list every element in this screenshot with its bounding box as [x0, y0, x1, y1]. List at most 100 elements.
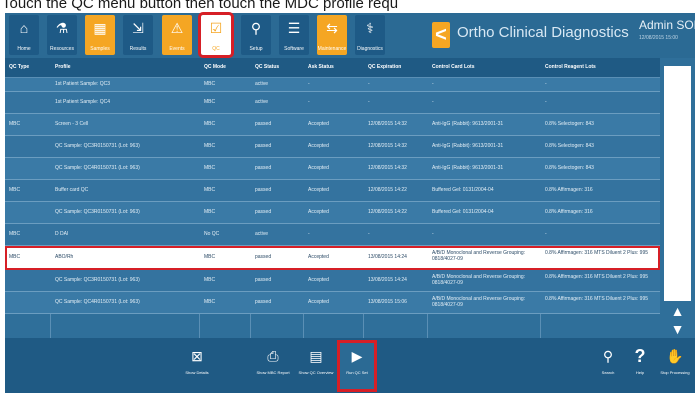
cell-qc-status: passed — [255, 299, 272, 305]
table-row[interactable]: QC Sample: QC3R0150731 (Lot: 963) MBC pa… — [5, 136, 660, 158]
show-qc-overview-button[interactable]: ▤ Show QC Overview — [298, 342, 334, 390]
header-qc-mode[interactable]: QC Mode — [204, 64, 226, 70]
cell-qc-mode: MBC — [204, 121, 216, 127]
cell-profile: D DAI — [55, 231, 69, 237]
toolbar-home-button[interactable]: ⌂ Home — [9, 15, 39, 55]
scrollbar-track[interactable] — [664, 66, 691, 301]
cell-card-lots: - — [432, 231, 434, 237]
cell-qc-expiration: 12/08/2015 14:32 — [368, 143, 407, 149]
table-row[interactable]: MBC Screen - 3 Cell MBC passed Accepted … — [5, 114, 660, 136]
cell-profile: QC Sample: QC4R0150731 (Lot: 963) — [55, 165, 140, 171]
cell-ask-status: - — [308, 81, 310, 87]
cell-qc-status: passed — [255, 143, 272, 149]
cell-profile: 1st Patient Sample: QC4 — [55, 99, 111, 105]
cell-qc-expiration: 12/08/2015 14:22 — [368, 209, 407, 215]
toolbar-maintenance-label: Maintenance — [317, 46, 347, 52]
toolbar-diagnostics-button[interactable]: ⚕ Diagnostics — [355, 15, 385, 55]
cell-reagent-lots: 0.8% Affirmagen: 316 MTS Diluent 2 Plus:… — [545, 296, 649, 302]
help-button[interactable]: ? Help — [622, 342, 658, 390]
cell-qc-status: passed — [255, 209, 272, 215]
header-qc-type[interactable]: QC Type — [9, 64, 29, 70]
cell-profile: QC Sample: QC4R0150731 (Lot: 963) — [55, 299, 140, 305]
results-icon: ⇲ — [132, 19, 144, 36]
report-icon: ⎙ — [267, 347, 279, 364]
cell-qc-expiration: 13/08/2015 14:24 — [368, 254, 407, 260]
cell-qc-expiration: 13/08/2015 14:24 — [368, 277, 407, 283]
toolbar-setup-button[interactable]: ⚲ Setup — [241, 15, 271, 55]
table-row[interactable]: QC Sample: QC3R0150731 (Lot: 963) MBC pa… — [5, 202, 660, 224]
play-icon: ▶ — [351, 347, 363, 364]
header-control-reagent-lots[interactable]: Control Reagent Lots — [545, 64, 596, 70]
cell-qc-mode: MBC — [204, 299, 216, 305]
table-row[interactable]: MBC Buffer card QC MBC passed Accepted 1… — [5, 180, 660, 202]
cell-qc-expiration: 12/08/2015 14:32 — [368, 165, 407, 171]
cell-profile: ABO/Rh — [55, 254, 74, 260]
table-row[interactable]: 1st Patient Sample: QC3 MBC active - - -… — [5, 78, 660, 92]
cell-qc-expiration: - — [368, 99, 370, 105]
stop-processing-button[interactable]: ✋ Stop Processing — [657, 342, 693, 390]
cell-qc-status: passed — [255, 187, 272, 193]
table-row[interactable]: QC Sample: QC4R0150731 (Lot: 963) MBC pa… — [5, 292, 660, 314]
app-window: ⌂ Home ⚗ Resources ▦ Samples ⇲ Results ⚠… — [5, 12, 695, 393]
cell-qc-mode: MBC — [204, 99, 216, 105]
show-mbc-report-button[interactable]: ⎙ Show MBC Report — [255, 342, 291, 390]
user-name: Admin SOL — [639, 18, 695, 32]
toolbar-events-label: Events — [169, 46, 185, 52]
cell-reagent-lots: 0.8% Selectogen: 843 — [545, 165, 594, 171]
qc-table: QC Type Profile QC Mode QC Status Ask St… — [5, 58, 660, 338]
top-toolbar: ⌂ Home ⚗ Resources ▦ Samples ⇲ Results ⚠… — [5, 12, 695, 58]
cell-card-lots: - — [432, 81, 434, 87]
cell-profile: Screen - 3 Cell — [55, 121, 89, 127]
toolbar-home-label: Home — [17, 46, 31, 52]
software-icon: ☰ — [287, 19, 301, 36]
cell-ask-status: Accepted — [308, 254, 329, 260]
toolbar-qc-button[interactable]: ☑ QC — [198, 12, 234, 58]
cell-reagent-lots: 0.8% Selectogen: 843 — [545, 121, 594, 127]
table-row-abo-rh-selected[interactable]: MBC ABO/Rh MBC passed Accepted 13/08/201… — [5, 246, 660, 270]
cell-qc-mode: No QC — [204, 231, 220, 237]
header-ask-status[interactable]: Ask Status — [308, 64, 334, 70]
show-details-button[interactable]: ⊠ Show Details — [179, 342, 215, 390]
header-qc-expiration[interactable]: QC Expiration — [368, 64, 401, 70]
scroll-up-arrow-icon[interactable]: ▲ — [664, 302, 691, 320]
toolbar-software-button[interactable]: ☰ Software — [279, 15, 309, 55]
toolbar-results-button[interactable]: ⇲ Results — [123, 15, 153, 55]
search-button[interactable]: ⚲ Search — [590, 342, 626, 390]
cell-qc-status: passed — [255, 121, 272, 127]
run-qc-set-button[interactable]: ▶ Run QC Set — [337, 340, 377, 392]
back-chevron-icon[interactable]: < — [432, 22, 450, 48]
cell-qc-expiration: - — [368, 231, 370, 237]
cell-reagent-lots: 0.8% Affirmagen: 316 — [545, 209, 593, 215]
cell-card-lots: A/B/D Monoclonal and Reverse Grouping: 0… — [432, 274, 526, 286]
table-row[interactable]: QC Sample: QC4R0150731 (Lot: 963) MBC pa… — [5, 158, 660, 180]
table-row[interactable]: MBC D DAI No QC active - - - - — [5, 224, 660, 246]
header-profile[interactable]: Profile — [55, 64, 71, 70]
vertical-scrollbar[interactable]: ▲ ▼ — [660, 58, 695, 338]
details-icon: ⊠ — [191, 347, 203, 364]
run-qc-set-label: Run QC Set — [346, 370, 368, 375]
cell-qc-expiration: 13/08/2015 15:06 — [368, 299, 407, 305]
toolbar-resources-button[interactable]: ⚗ Resources — [47, 15, 77, 55]
qc-icon: ☑ — [209, 19, 223, 36]
toolbar-diagnostics-label: Diagnostics — [357, 46, 383, 52]
toolbar-maintenance-button[interactable]: ⇆ Maintenance — [317, 15, 347, 55]
cell-ask-status: Accepted — [308, 143, 329, 149]
toolbar-samples-button[interactable]: ▦ Samples — [85, 15, 115, 55]
cell-qc-status: active — [255, 99, 269, 105]
cell-ask-status: Accepted — [308, 209, 329, 215]
cell-profile: QC Sample: QC3R0150731 (Lot: 963) — [55, 143, 140, 149]
table-row[interactable]: 1st Patient Sample: QC4 MBC active - - -… — [5, 92, 660, 114]
toolbar-events-button[interactable]: ⚠ Events — [162, 15, 192, 55]
header-qc-status[interactable]: QC Status — [255, 64, 279, 70]
user-date: 12/08/2015 15:00 — [639, 35, 678, 41]
table-row[interactable]: QC Sample: QC3R0150731 (Lot: 963) MBC pa… — [5, 270, 660, 292]
cell-qc-mode: MBC — [204, 187, 216, 193]
scroll-down-arrow-icon[interactable]: ▼ — [664, 320, 691, 338]
search-label: Search — [601, 370, 615, 375]
toolbar-samples-label: Samples — [90, 46, 110, 52]
cell-ask-status: Accepted — [308, 165, 329, 171]
cell-reagent-lots: 0.8% Affirmagen: 316 MTS Diluent 2 Plus:… — [545, 250, 649, 256]
cell-reagent-lots: - — [545, 231, 547, 237]
header-control-card-lots[interactable]: Control Card Lots — [432, 64, 475, 70]
cell-qc-status: passed — [255, 165, 272, 171]
